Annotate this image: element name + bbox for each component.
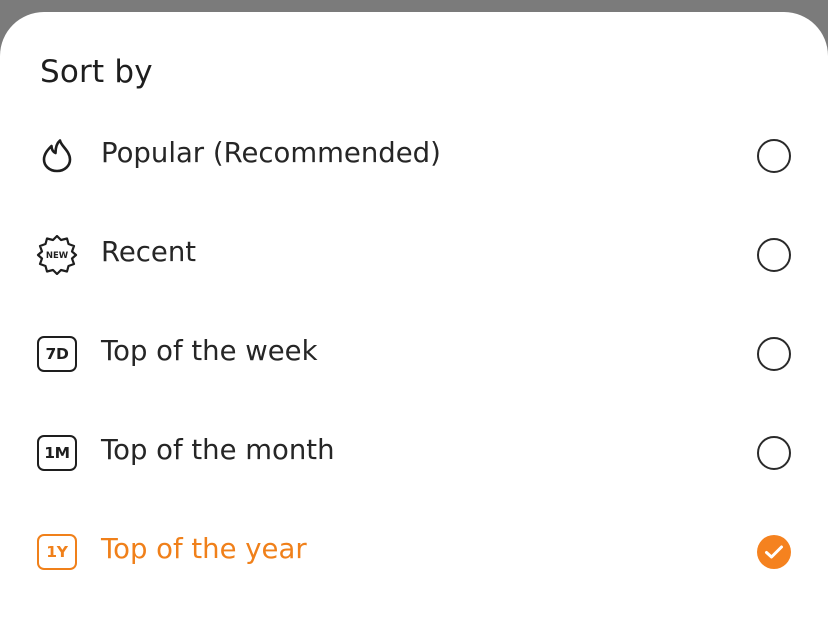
badge-text: 7D [37,336,77,372]
sort-bottom-sheet: Sort by Popular (Recommended) NEW Recent… [0,12,828,617]
new-badge-text: NEW [46,251,69,261]
sort-option-label: Top of the year [101,533,307,565]
flame-icon [36,136,78,176]
sort-option-label: Recent [101,236,197,268]
sort-option-label: Top of the week [101,335,318,367]
1y-badge-icon: 1Y [36,532,78,572]
radio-button-checked[interactable] [757,535,791,569]
sort-option-popular[interactable]: Popular (Recommended) [0,116,828,196]
1m-badge-icon: 1M [36,433,78,473]
sheet-title: Sort by [40,54,153,90]
7d-badge-icon: 7D [36,334,78,374]
badge-text: 1Y [37,534,77,570]
sort-option-month[interactable]: 1M Top of the month [0,413,828,493]
radio-button[interactable] [757,139,791,173]
checkmark-icon [765,545,783,559]
sort-option-week[interactable]: 7D Top of the week [0,314,828,394]
sort-option-recent[interactable]: NEW Recent [0,215,828,295]
radio-button[interactable] [757,337,791,371]
radio-button[interactable] [757,436,791,470]
sort-option-label: Top of the month [101,434,335,466]
sort-option-year[interactable]: 1Y Top of the year [0,512,828,592]
sort-option-label: Popular (Recommended) [101,137,441,169]
badge-text: 1M [37,435,77,471]
radio-button[interactable] [757,238,791,272]
new-badge-icon: NEW [36,235,78,275]
